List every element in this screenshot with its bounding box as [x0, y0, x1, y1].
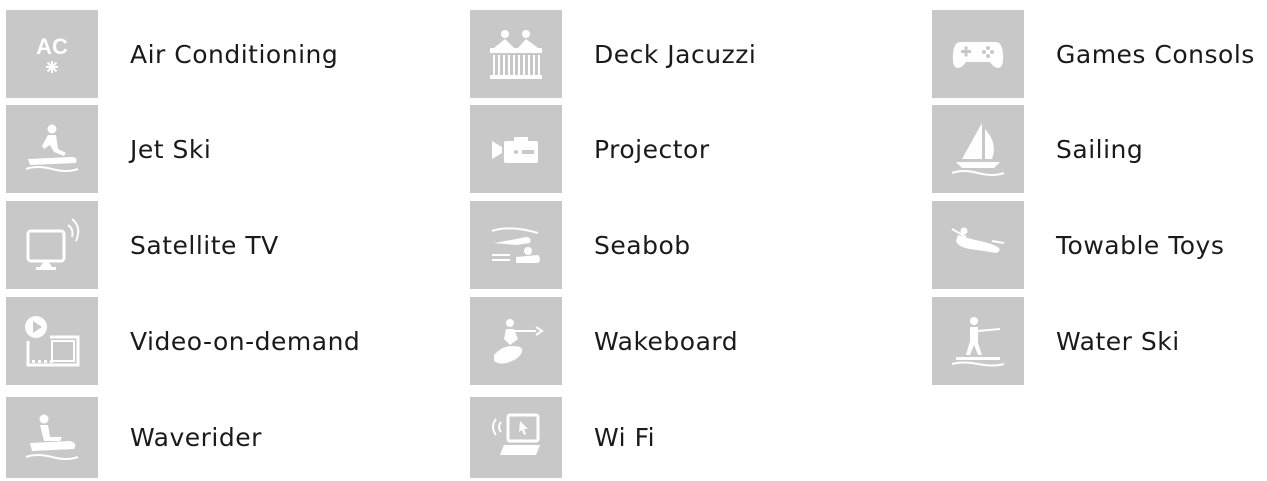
jacuzzi-icon	[470, 10, 562, 98]
amenity-towable-toys: Towable Toys	[932, 201, 1224, 289]
amenity-label: Satellite TV	[130, 230, 279, 260]
amenity-label: Water Ski	[1056, 326, 1180, 356]
amenity-sailing: Sailing	[932, 105, 1143, 193]
amenity-label: Deck Jacuzzi	[594, 39, 757, 69]
amenity-water-ski: Water Ski	[932, 297, 1180, 385]
amenity-label: Games Consols	[1056, 39, 1255, 69]
amenity-label: Video-on-demand	[130, 326, 361, 356]
towable-toy-icon	[932, 201, 1024, 289]
amenities-grid: AC Air Conditioning Deck Jacuzzi Games C…	[0, 0, 1267, 478]
amenity-jet-ski: Jet Ski	[6, 105, 211, 193]
wifi-laptop-icon	[470, 396, 562, 478]
amenity-deck-jacuzzi: Deck Jacuzzi	[470, 10, 756, 98]
amenity-seabob: Seabob	[470, 201, 691, 289]
amenity-label: Sailing	[1056, 134, 1144, 164]
amenity-satellite-tv: Satellite TV	[6, 201, 279, 289]
amenity-label: Towable Toys	[1056, 230, 1225, 260]
svg-text:AC: AC	[36, 34, 68, 59]
projector-icon	[470, 105, 562, 193]
waverider-icon	[6, 396, 98, 478]
amenity-label: Air Conditioning	[130, 39, 339, 69]
amenity-label: Projector	[594, 134, 710, 164]
amenity-games-consols: Games Consols	[932, 10, 1255, 98]
sailboat-icon	[932, 105, 1024, 193]
amenity-wakeboard: Wakeboard	[470, 297, 738, 385]
jet-ski-icon	[6, 105, 98, 193]
gamepad-icon	[932, 10, 1024, 98]
amenity-label: Seabob	[594, 230, 691, 260]
amenity-label: Waverider	[130, 422, 262, 452]
amenity-label: Wi Fi	[594, 422, 656, 452]
seabob-icon	[470, 201, 562, 289]
amenity-video-on-demand: Video-on-demand	[6, 297, 360, 385]
amenity-projector: Projector	[470, 105, 710, 193]
amenity-air-conditioning: AC Air Conditioning	[6, 10, 338, 98]
satellite-tv-icon	[6, 201, 98, 289]
wakeboard-icon	[470, 297, 562, 385]
water-ski-icon	[932, 297, 1024, 385]
amenity-waverider: Waverider	[6, 393, 262, 481]
air-conditioning-icon: AC	[6, 10, 98, 98]
video-on-demand-icon	[6, 297, 98, 385]
amenity-wi-fi: Wi Fi	[470, 393, 655, 481]
amenity-label: Wakeboard	[594, 326, 739, 356]
amenity-label: Jet Ski	[130, 134, 212, 164]
